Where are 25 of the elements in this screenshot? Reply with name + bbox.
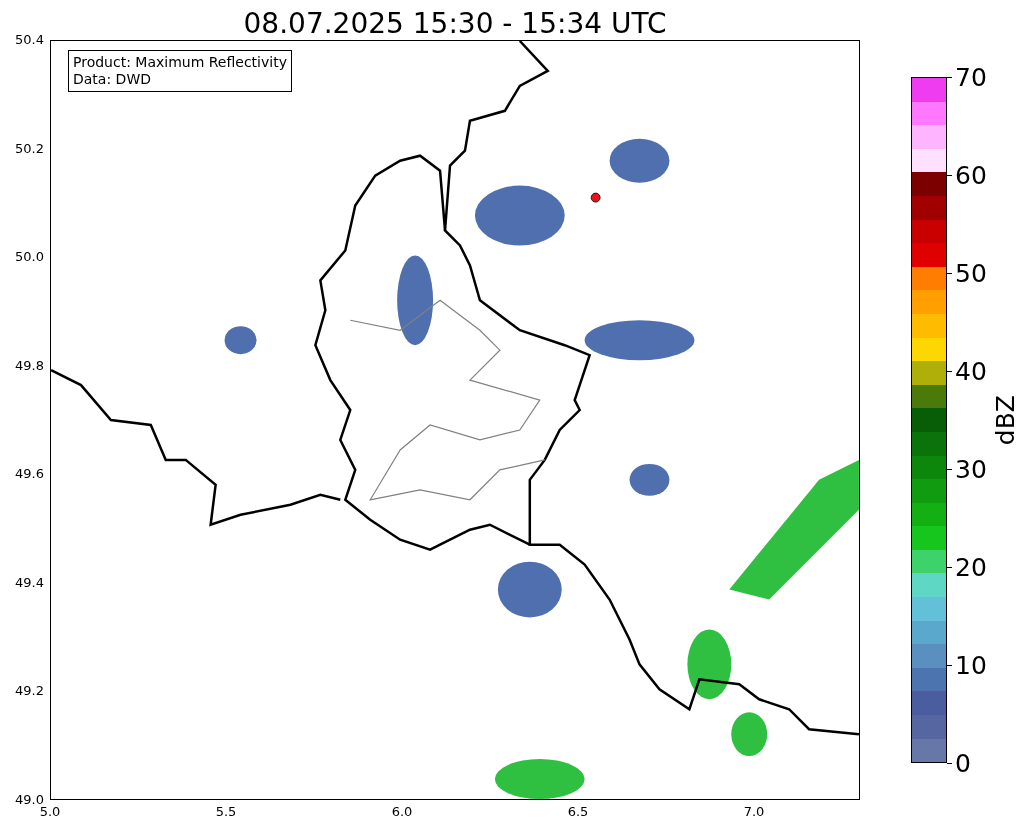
x-tick-label: 5.5 bbox=[214, 804, 238, 821]
colorbar-tick-label: 20 bbox=[955, 554, 987, 580]
colorbar-tick-label: 50 bbox=[955, 260, 987, 286]
info-text: Product: Maximum Reflectivity bbox=[73, 54, 287, 71]
x-tick-label: 5.0 bbox=[38, 804, 62, 821]
y-tick-label: 50.2 bbox=[15, 140, 44, 157]
colorbar-tick-label: 30 bbox=[955, 456, 987, 482]
y-tick-label: 49.8 bbox=[15, 357, 44, 374]
x-tick-label: 6.0 bbox=[390, 804, 414, 821]
chart-title: 08.07.2025 15:30 - 15:34 UTC bbox=[243, 10, 667, 40]
y-tick-label: 49.2 bbox=[15, 683, 44, 700]
y-tick-label: 49.4 bbox=[15, 574, 44, 591]
y-tick-label: 49.6 bbox=[15, 466, 44, 483]
colorbar-tick-label: 60 bbox=[955, 162, 987, 188]
colorbar-label: dBZ bbox=[993, 394, 1018, 446]
y-tick-label: 50.4 bbox=[15, 32, 44, 48]
colorbar-tick-label: 40 bbox=[955, 358, 987, 384]
info-text: Data: DWD bbox=[73, 71, 152, 88]
y-tick-label: 49.0 bbox=[15, 791, 44, 807]
y-tick-label: 50.0 bbox=[15, 249, 44, 266]
colorbar-tick-label: 0 bbox=[955, 750, 971, 776]
x-tick-label: 6.5 bbox=[566, 804, 590, 821]
colorbar-tick-label: 70 bbox=[955, 64, 987, 90]
x-tick-label: 7.0 bbox=[742, 804, 766, 821]
colorbar-tick-label: 10 bbox=[955, 652, 987, 678]
